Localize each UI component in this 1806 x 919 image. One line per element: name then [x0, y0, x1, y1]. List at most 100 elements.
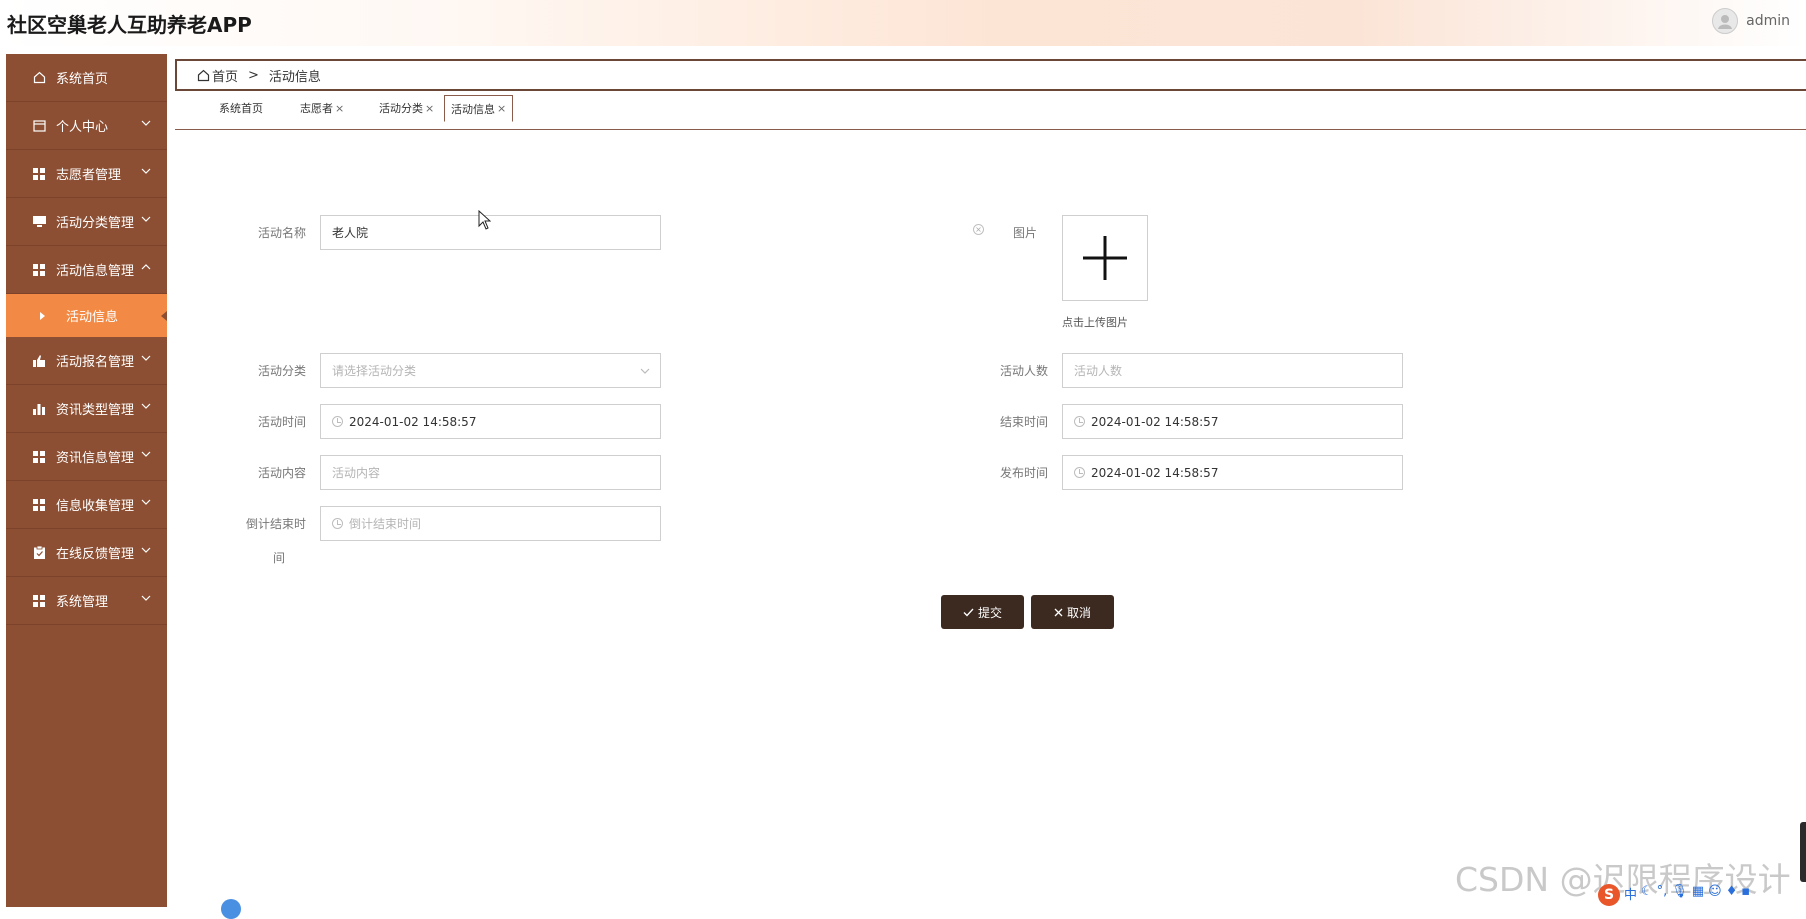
sidebar-item-activity-category[interactable]: 活动分类管理 — [6, 198, 167, 246]
publish-time-label: 发布时间 — [999, 466, 1048, 480]
mouse-cursor-icon — [478, 210, 491, 230]
sogou-logo-icon: S — [1598, 884, 1620, 906]
image-upload[interactable] — [1062, 215, 1148, 301]
check-icon — [963, 608, 974, 616]
activity-name-label: 活动名称 — [257, 226, 306, 240]
sidebar-item-activity-info[interactable]: 活动信息管理 — [6, 246, 167, 294]
sidebar-item-volunteer[interactable]: 志愿者管理 — [6, 150, 167, 198]
chevron-down-icon — [141, 595, 151, 601]
punctuation-icon[interactable]: °, — [1657, 884, 1668, 906]
tab-activity-category[interactable]: 活动分类 × — [373, 95, 440, 121]
caret-right-icon — [40, 311, 45, 320]
ime-toolbar[interactable]: S 中 ☾ °, 🎙 ▦ ☺ ♦ ▪ — [1598, 884, 1750, 906]
sidebar-item-label: 系统首页 — [56, 72, 109, 87]
countdown-end-placeholder: 倒计结束时间 — [349, 517, 422, 531]
home-icon — [32, 71, 46, 85]
countdown-end-picker[interactable]: 倒计结束时间 — [320, 506, 661, 541]
top-header: 社区空巢老人互助养老APP admin — [0, 0, 1806, 46]
end-time-picker[interactable]: 2024-01-02 14:58:57 — [1062, 404, 1403, 439]
chevron-down-icon — [141, 355, 151, 361]
user-icon[interactable]: ☺ — [1708, 884, 1722, 906]
tab-label: 活动分类 — [379, 102, 423, 115]
breadcrumb-separator: > — [248, 67, 259, 83]
close-icon[interactable]: × — [425, 102, 434, 115]
chevron-down-icon — [141, 168, 151, 174]
end-time-label: 结束时间 — [999, 415, 1048, 429]
grid-icon[interactable]: ▪ — [1741, 884, 1750, 906]
avatar[interactable] — [1712, 8, 1739, 34]
clock-icon — [332, 518, 343, 529]
sidebar-item-feedback[interactable]: 在线反馈管理 — [6, 529, 167, 577]
chevron-down-icon — [141, 547, 151, 553]
tab-home[interactable]: 系统首页 — [213, 95, 269, 121]
image-label: 图片 — [1012, 226, 1037, 240]
shirt-icon[interactable]: ♦ — [1726, 884, 1738, 906]
user-menu[interactable]: admin — [1712, 8, 1790, 34]
sidebar: 系统首页 个人中心 志愿者管理 活动分类管理 活动信息管理 活动信息 活动报名管… — [6, 54, 167, 907]
clock-icon — [1074, 467, 1085, 478]
breadcrumb-home[interactable]: 首页 — [212, 66, 238, 85]
ime-lang[interactable]: 中 — [1624, 884, 1637, 906]
clock-icon — [332, 416, 343, 427]
tab-label: 系统首页 — [219, 102, 263, 115]
sidebar-item-home[interactable]: 系统首页 — [6, 54, 167, 102]
sidebar-subitem-activity-info[interactable]: 活动信息 — [6, 294, 167, 337]
publish-time-picker[interactable]: 2024-01-02 14:58:57 — [1062, 455, 1403, 490]
submit-label: 提交 — [977, 605, 1002, 620]
sidebar-item-news-info[interactable]: 资讯信息管理 — [6, 433, 167, 481]
microphone-icon[interactable]: 🎙 — [1671, 884, 1688, 906]
floating-dot[interactable] — [221, 899, 241, 919]
countdown-label-line1: 倒计结束时 — [245, 517, 306, 531]
submit-button[interactable]: 提交 — [941, 595, 1024, 629]
close-icon — [1054, 608, 1063, 616]
tab-activity-info[interactable]: 活动信息 × — [444, 95, 514, 122]
tab-volunteer[interactable]: 志愿者 × — [294, 95, 350, 121]
publish-time-value: 2024-01-02 14:58:57 — [1091, 465, 1219, 480]
chevron-up-icon — [141, 264, 151, 270]
close-icon[interactable]: × — [335, 102, 344, 115]
tab-bar: 系统首页 志愿者 × 活动分类 × 活动信息 × — [175, 95, 1806, 130]
sidebar-item-label: 活动信息管理 — [56, 264, 135, 279]
countdown-end-label: 倒计结束时 — [244, 515, 306, 532]
tab-label: 活动信息 — [451, 102, 495, 116]
close-icon[interactable]: × — [497, 102, 506, 115]
sidebar-item-label: 在线反馈管理 — [56, 547, 135, 562]
upload-hint: 点击上传图片 — [1062, 316, 1128, 329]
sidebar-item-signup[interactable]: 活动报名管理 — [6, 337, 167, 385]
activity-count-input[interactable]: 活动人数 — [1062, 353, 1403, 388]
grid-icon — [32, 167, 46, 181]
activity-category-label: 活动分类 — [257, 364, 306, 378]
chevron-down-icon — [141, 499, 151, 505]
sidebar-item-system[interactable]: 系统管理 — [6, 577, 167, 625]
cancel-label: 取消 — [1066, 605, 1091, 620]
sidebar-item-personal[interactable]: 个人中心 — [6, 102, 167, 150]
activity-time-value: 2024-01-02 14:58:57 — [349, 414, 477, 429]
grid-icon — [32, 594, 46, 608]
activity-time-label: 活动时间 — [257, 415, 306, 429]
keyboard-icon[interactable]: ▦ — [1692, 884, 1704, 906]
activity-time-picker[interactable]: 2024-01-02 14:58:57 — [320, 404, 661, 439]
calendar-icon — [32, 119, 46, 133]
activity-content-input[interactable]: 活动内容 — [320, 455, 661, 490]
grid-icon — [32, 498, 46, 512]
sidebar-item-label: 个人中心 — [56, 120, 109, 135]
breadcrumb-current: 活动信息 — [268, 69, 321, 85]
cancel-button[interactable]: 取消 — [1031, 595, 1114, 629]
sidebar-item-label: 活动报名管理 — [56, 355, 135, 370]
thumb-icon — [32, 354, 46, 368]
app-title: 社区空巢老人互助养老APP — [7, 13, 252, 37]
activity-name-value: 老人院 — [332, 226, 369, 240]
active-indicator — [161, 311, 167, 321]
sidebar-item-label: 资讯信息管理 — [56, 451, 135, 466]
sidebar-item-info-collect[interactable]: 信息收集管理 — [6, 481, 167, 529]
clipboard-icon — [32, 546, 46, 560]
sidebar-item-news-type[interactable]: 资讯类型管理 — [6, 385, 167, 433]
scrollbar-thumb[interactable] — [1800, 822, 1806, 882]
moon-icon[interactable]: ☾ — [1641, 884, 1653, 906]
sidebar-item-label: 系统管理 — [56, 595, 109, 610]
grid-icon — [32, 263, 46, 277]
breadcrumb: 首页 > 活动信息 — [175, 59, 1806, 91]
sidebar-item-label: 志愿者管理 — [56, 168, 122, 183]
activity-category-select[interactable]: 请选择活动分类 — [320, 353, 661, 388]
sidebar-item-label: 资讯类型管理 — [56, 403, 135, 418]
